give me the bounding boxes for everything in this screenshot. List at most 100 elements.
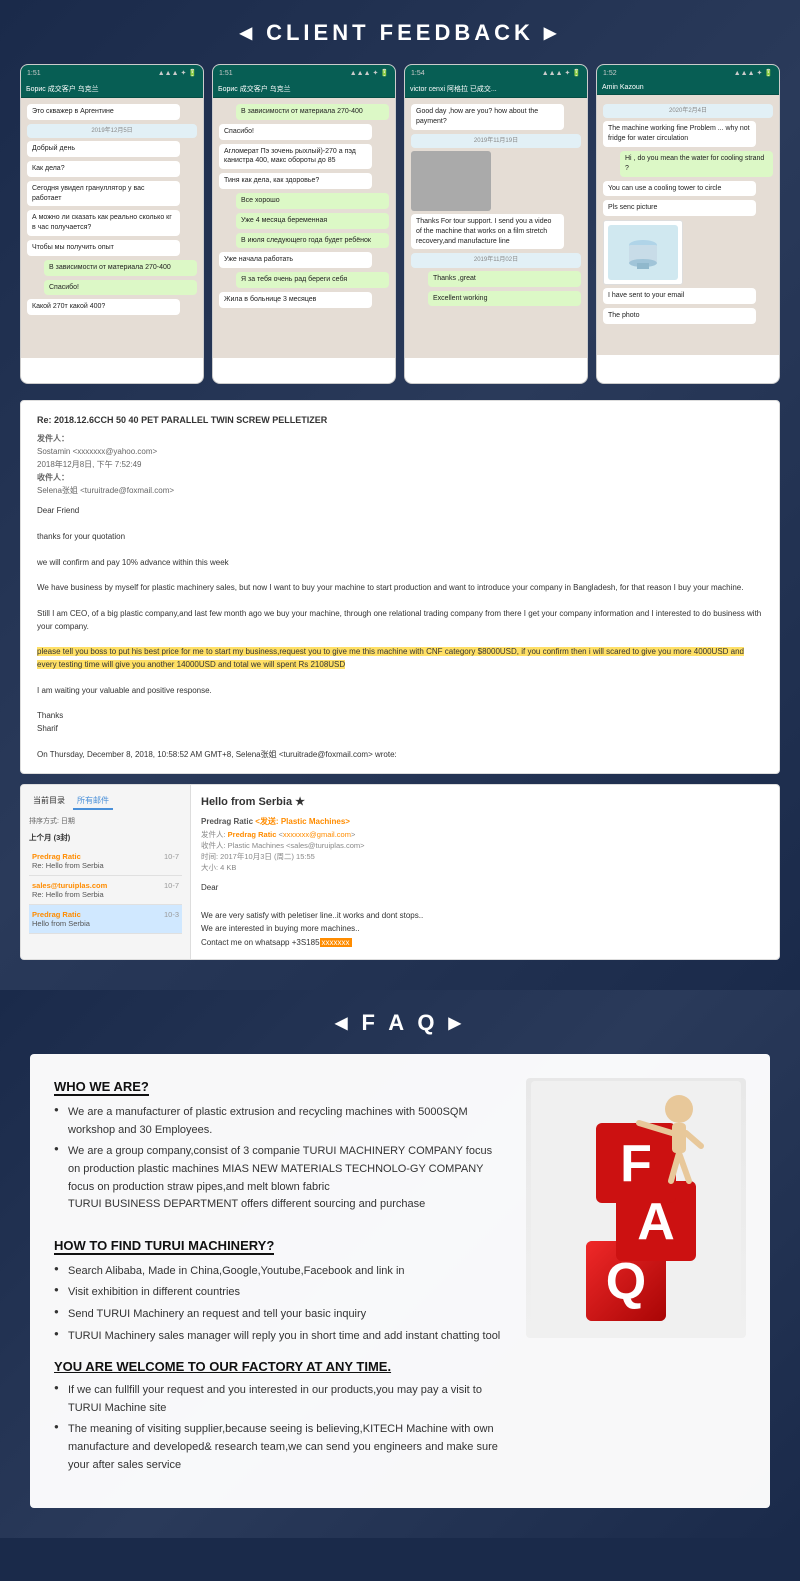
email-to: Selena张姐 <turuitrade@foxmail.com> xyxy=(37,485,763,498)
chat-contact-bar-3: victor cenxi 阿格拉 已成交... xyxy=(405,81,587,98)
email-from-name: Predrag Ratic xyxy=(201,817,253,826)
chat-msg: Сегодня увидел грануллятор у вас работае… xyxy=(27,181,180,207)
email-main-meta: 发件人: Predrag Ratic <xxxxxxx@gmail.com> 收… xyxy=(201,829,769,873)
email-list-item-2[interactable]: sales@turuiplas.com 10-7 Re: Hello from … xyxy=(29,876,182,905)
sidebar-tab-current[interactable]: 当前目录 xyxy=(29,793,69,810)
chat-contact-name-2: Борис 成交客户 乌克兰 xyxy=(218,86,291,93)
chat-msg-sent: Thanks ,great xyxy=(428,271,581,287)
chat-msg-sent: Все хорошо xyxy=(236,193,389,209)
chat-msg-sent: Уже 4 месяца беременная xyxy=(236,213,389,229)
faq-image-container: Q A F xyxy=(526,1078,746,1338)
chat-header-1: 1:51 ▲▲▲ ✦ 🔋 xyxy=(21,65,203,81)
who-we-are-list: We are a manufacturer of plastic extrusi… xyxy=(54,1104,506,1214)
chevron-right-icon: ▶ xyxy=(544,23,560,43)
how-to-find-item-2: Visit exhibition in different countries xyxy=(54,1284,506,1302)
month-label: 上个月 (3封) xyxy=(29,832,182,843)
chat-msg-sent: В зависимости от материала 270-400 xyxy=(44,260,197,276)
chat-msg-sent: Hi , do you mean the water for cooling s… xyxy=(620,151,773,177)
chat-time-3: 1:54 xyxy=(411,70,425,77)
chat-screenshots-row: 1:51 ▲▲▲ ✦ 🔋 Борис 成交客户 乌克兰 Это скважер … xyxy=(20,64,780,384)
email-main-from-org: Predrag Ratic <发送: Plastic Machines> xyxy=(201,816,769,827)
email-from-full: 发件人: Predrag Ratic <xxxxxxx@gmail.com> xyxy=(201,829,769,840)
email-sidebar-header: 当前目录 所有邮件 xyxy=(29,793,182,810)
svg-text:Q: Q xyxy=(606,1253,646,1311)
email-to-label: 收件人：Selena张姐 <turuitrade@foxmail.com> xyxy=(37,472,763,498)
factory-heading: YOU ARE WELCOME TO OUR FACTORY AT ANY TI… xyxy=(54,1359,506,1374)
chat-msg: I have sent to your email xyxy=(603,288,756,304)
chat-image xyxy=(411,151,491,211)
chat-msg: Тиня как дела, как здоровье? xyxy=(219,173,372,189)
chat-time-1: 1:51 xyxy=(27,70,41,77)
chat-date: 2019年11月02日 xyxy=(411,253,581,267)
who-we-are-heading: WHO WE ARE? xyxy=(54,1079,149,1096)
email-block-1: Re: 2018.12.6CCH 50 40 PET PARALLEL TWIN… xyxy=(20,400,780,774)
chat-msg-sent: В июля следующего года будет ребёнок xyxy=(236,233,389,249)
email-date-2: 10-7 xyxy=(164,881,179,890)
faq-chevron-left-icon: ◀ xyxy=(335,1013,351,1033)
email-subject-1: Re: 2018.12.6CCH 50 40 PET PARALLEL TWIN… xyxy=(37,413,763,427)
chat-msg: The photo xyxy=(603,308,756,324)
email-subject-item-3: Hello from Serbia xyxy=(32,919,179,928)
factory-list: If we can fullfill your request and you … xyxy=(54,1382,506,1474)
chat-msg-sent: В зависимости от материала 270-400 xyxy=(236,104,389,120)
faq-content: WHO WE ARE? We are a manufacturer of pla… xyxy=(30,1054,770,1508)
factory-item-1: If we can fullfill your request and you … xyxy=(54,1382,506,1417)
chat-contact-bar-2: Борис 成交客户 乌克兰 xyxy=(213,81,395,98)
email-from-org: <发送: Plastic Machines> xyxy=(255,817,350,826)
chat-msg: Агломерат Пэ зочень рыхлый)-270 а пэд ка… xyxy=(219,144,372,170)
chat-msg: Pls senc picture xyxy=(603,200,756,216)
chat-msg-sent: Спасибо! xyxy=(44,280,197,296)
who-we-are-item-1: We are a manufacturer of plastic extrusi… xyxy=(54,1104,506,1139)
how-to-find-heading: HOW TO FIND TURUI MACHINERY? xyxy=(54,1238,274,1255)
chat-body-3: Good day ,how are you? how about the pay… xyxy=(405,98,587,358)
chat-screenshot-2: 1:51 ▲▲▲ ✦ 🔋 Борис 成交客户 乌克兰 В зависимост… xyxy=(212,64,396,384)
chat-header-4: 1:52 ▲▲▲ ✦ 🔋 xyxy=(597,65,779,81)
chat-screenshot-1: 1:51 ▲▲▲ ✦ 🔋 Борис 成交客户 乌克兰 Это скважер … xyxy=(20,64,204,384)
chevron-left-icon: ◀ xyxy=(240,23,256,43)
chat-msg: Добрый день xyxy=(27,141,180,157)
email-from: Sostamin <xxxxxxx@yahoo.com> xyxy=(37,446,763,459)
faq-chevron-right-icon: ▶ xyxy=(449,1013,465,1033)
faq-title: F A Q xyxy=(361,1010,438,1036)
section-title-faq: ◀ F A Q ▶ xyxy=(30,1010,770,1036)
email-size: 大小: 4 KB xyxy=(201,862,769,873)
email-main-body: Dear We are very satisfy with peletiser … xyxy=(201,881,769,949)
chat-header-2: 1:51 ▲▲▲ ✦ 🔋 xyxy=(213,65,395,81)
how-to-find-item-4: TURUI Machinery sales manager will reply… xyxy=(54,1328,506,1346)
chat-body-2: В зависимости от материала 270-400 Спаси… xyxy=(213,98,395,358)
chat-header-3: 1:54 ▲▲▲ ✦ 🔋 xyxy=(405,65,587,81)
email-datetime: 时间: 2017年10月3日 (周二) 15:55 xyxy=(201,851,769,862)
email-body-1: Dear Friend thanks for your quotation we… xyxy=(37,505,763,761)
email-from-label: 发件人：Sostamin <xxxxxxx@yahoo.com> xyxy=(37,433,763,459)
chat-msg: Чтобы мы получить опыт xyxy=(27,240,180,256)
chat-date: 2019年12月5日 xyxy=(27,124,197,138)
chat-msg: Жила в больнице 3 месяцев xyxy=(219,292,372,308)
chat-contact-name-4: Amin Kazoun xyxy=(602,84,644,91)
client-feedback-section: ◀ CLIENT FEEDBACK ▶ 1:51 ▲▲▲ ✦ 🔋 Борис 成… xyxy=(0,0,800,990)
chat-contact-bar-1: Борис 成交客户 乌克兰 xyxy=(21,81,203,98)
email-sender-3: Predrag Ratic xyxy=(32,910,81,919)
svg-text:F: F xyxy=(620,1135,652,1193)
email-list-item-3[interactable]: Predrag Ratic 10-3 Hello from Serbia xyxy=(29,905,182,934)
chat-msg-sent: Я за тебя очень рад береги себя xyxy=(236,272,389,288)
email-meta-1: 发件人：Sostamin <xxxxxxx@yahoo.com> 2018年12… xyxy=(37,433,763,497)
chat-msg: You can use a cooling tower to circle xyxy=(603,181,756,197)
chat-msg: Thanks For tour support. I send you a vi… xyxy=(411,214,564,249)
chat-msg: Какой 270т какой 400? xyxy=(27,299,180,315)
email-date-1: 10-7 xyxy=(164,852,179,861)
email-subject-item-1: Re: Hello from Serbia xyxy=(32,861,179,870)
chat-signal-1: ▲▲▲ ✦ 🔋 xyxy=(158,69,197,77)
chat-msg: Спасибо! xyxy=(219,124,372,140)
email-sender-2: sales@turuiplas.com xyxy=(32,881,107,890)
chat-msg-sent: Excellent working xyxy=(428,291,581,307)
how-to-find-item-3: Send TURUI Machinery an request and tell… xyxy=(54,1306,506,1324)
chat-screenshot-4: 1:52 ▲▲▲ ✦ 🔋 Amin Kazoun 2020年2月4日 The m… xyxy=(596,64,780,384)
email-main: Hello from Serbia ★ Predrag Ratic <发送: P… xyxy=(191,785,779,959)
email-subject-text: Hello from Serbia ★ xyxy=(201,796,305,808)
email-date: 2018年12月8日, 下午 7:52:49 xyxy=(37,459,763,472)
email-list-item-1[interactable]: Predrag Ratic 10-7 Re: Hello from Serbia xyxy=(29,847,182,876)
client-feedback-title: CLIENT FEEDBACK xyxy=(266,20,534,46)
sidebar-tab-all[interactable]: 所有邮件 xyxy=(73,793,113,810)
email-date-3: 10-3 xyxy=(164,910,179,919)
chat-msg: Уже начала работать xyxy=(219,252,372,268)
